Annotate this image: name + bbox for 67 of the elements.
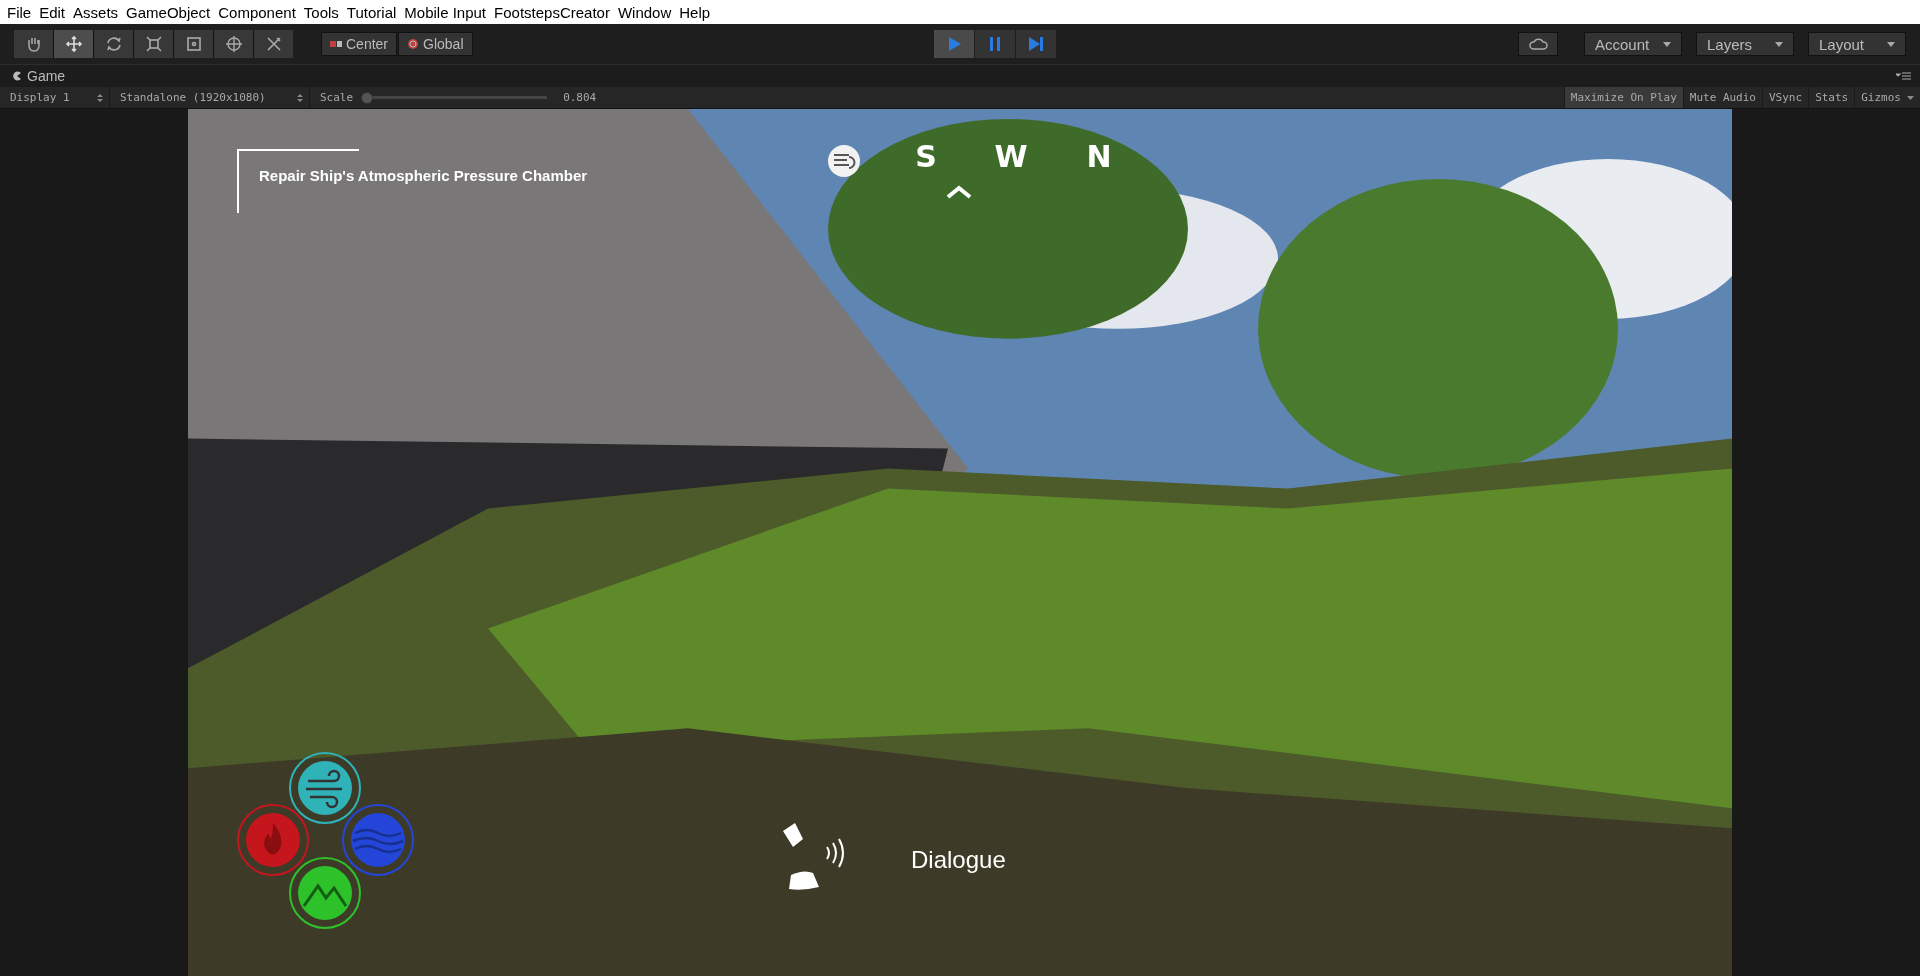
display-dropdown[interactable]: Display 1 xyxy=(0,87,110,108)
menu-item[interactable]: GameObject xyxy=(125,3,218,21)
dropdown[interactable]: Layout xyxy=(1808,32,1906,56)
compass-letter: N xyxy=(1085,139,1113,174)
caret-icon xyxy=(1663,41,1671,47)
rotate-icon xyxy=(104,35,123,53)
toggle-button[interactable]: Mute Audio xyxy=(1682,87,1762,108)
compass-letter: S xyxy=(914,139,938,174)
wind-icon[interactable] xyxy=(288,751,362,825)
menu-item[interactable]: Edit xyxy=(38,3,73,21)
menu-item[interactable]: FootstepsCreator xyxy=(493,3,617,21)
tool-button[interactable] xyxy=(54,30,93,58)
tools-icon xyxy=(264,35,283,53)
toggle-button[interactable]: Maximize On Play xyxy=(1563,87,1683,108)
caret-icon xyxy=(1907,95,1914,100)
slider-thumb[interactable] xyxy=(361,91,374,104)
scale-icon xyxy=(144,35,163,53)
objective-text: Repair Ship's Atmospheric Pressure Chamber xyxy=(259,167,588,184)
step-button[interactable] xyxy=(1016,30,1057,58)
dropdown[interactable]: Account xyxy=(1584,32,1682,56)
scale-label: Scale xyxy=(320,91,354,104)
menu-item[interactable]: Window xyxy=(616,3,679,21)
tool-button[interactable] xyxy=(214,30,253,58)
transform-icon xyxy=(224,35,243,53)
menu-item[interactable]: Help xyxy=(678,3,718,21)
cloud-icon xyxy=(1528,37,1548,51)
gizmos-dropdown[interactable]: Gizmos xyxy=(1854,87,1920,108)
play-button[interactable] xyxy=(934,30,975,58)
globe-icon xyxy=(407,38,420,50)
compass-letter: W xyxy=(993,139,1029,174)
caret-icon xyxy=(1775,41,1783,47)
rect-icon xyxy=(184,35,203,53)
prompt-text: Dialogue xyxy=(911,846,1006,874)
mountain-icon[interactable] xyxy=(288,856,362,930)
cloud-button[interactable] xyxy=(1518,32,1558,56)
wave-icon[interactable] xyxy=(341,803,415,877)
caret-icon xyxy=(1887,41,1895,47)
updown-icon xyxy=(297,93,303,102)
pacman-icon xyxy=(12,71,22,81)
flame-icon[interactable] xyxy=(236,803,310,877)
tool-button[interactable] xyxy=(14,30,53,58)
menu-item[interactable]: Tutorial xyxy=(345,3,404,21)
pivot-icon xyxy=(330,38,342,50)
tool-button[interactable] xyxy=(94,30,133,58)
pivot-button[interactable]: Global xyxy=(398,32,473,56)
menu-item[interactable]: Mobile Input xyxy=(403,3,494,21)
menu-icon[interactable] xyxy=(1896,71,1912,81)
pause-button[interactable] xyxy=(975,30,1016,58)
menu-item[interactable]: Tools xyxy=(302,3,346,21)
chevron-icon xyxy=(946,185,972,199)
toggle-button[interactable]: Stats xyxy=(1808,87,1855,108)
updown-icon xyxy=(97,93,103,102)
menu-item[interactable]: Assets xyxy=(72,3,126,21)
step-icon xyxy=(1027,35,1046,53)
move-icon xyxy=(64,35,83,53)
dropdown[interactable]: Layers xyxy=(1696,32,1794,56)
toggle-button[interactable]: VSync xyxy=(1762,87,1809,108)
tool-button[interactable] xyxy=(134,30,173,58)
tool-button[interactable] xyxy=(174,30,213,58)
resolution-dropdown[interactable]: Standalone (1920x1080) xyxy=(110,87,310,108)
scale-value: 0.804 xyxy=(563,91,597,104)
pivot-button[interactable]: Center xyxy=(321,32,398,56)
game-tab[interactable]: Game xyxy=(12,68,66,84)
menu-item[interactable]: File xyxy=(6,3,39,21)
compass-marker-icon xyxy=(827,144,861,178)
menu-item[interactable]: Component xyxy=(217,3,303,21)
tool-button[interactable] xyxy=(254,30,293,58)
